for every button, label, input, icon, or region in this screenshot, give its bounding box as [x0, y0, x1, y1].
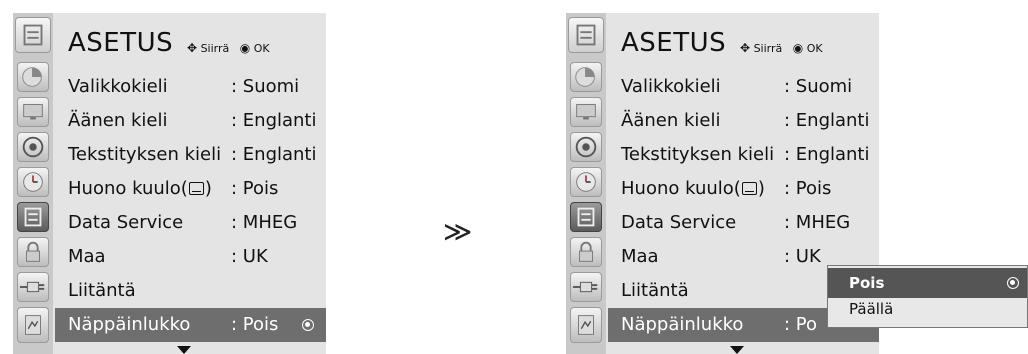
setup-menu-left: ASETUS ✥ Siirrä ◉ OK Valikkokieli : Suom… [13, 13, 326, 354]
menu-item-value: : MHEG [231, 212, 298, 233]
subtitle-icon [741, 182, 757, 195]
menu-item-label: Huono kuulo() [621, 172, 765, 206]
option-icon[interactable] [570, 202, 602, 232]
menu-title: ASETUS [621, 28, 727, 58]
picture-icon[interactable] [570, 62, 602, 92]
menu-item-value: : Englanti [784, 110, 870, 131]
ok-hint-label: OK [253, 42, 270, 55]
navigation-hint: ✥ Siirrä ◉ OK [740, 41, 823, 55]
menu-item-value: : Englanti [784, 144, 870, 165]
scroll-down-icon[interactable] [177, 346, 191, 354]
menu-item-value: : Pois [784, 178, 832, 199]
menu-item-value: : MHEG [784, 212, 851, 233]
menu-item-menu-language[interactable]: Valikkokieli : Suomi [608, 70, 879, 104]
menu-item-label: Data Service [621, 212, 737, 233]
selected-indicator-icon [1007, 277, 1019, 289]
menu-item-data-service[interactable]: Data Service : MHEG [608, 206, 879, 240]
menu-item-label: Liitäntä [621, 280, 689, 301]
option-label: Päällä [849, 300, 894, 318]
input-icon[interactable] [17, 272, 49, 302]
usb-icon[interactable] [570, 307, 602, 343]
menu-item-label: Maa [68, 246, 106, 267]
menu-item-audio-language[interactable]: Äänen kieli : Englanti [55, 104, 326, 138]
menu-item-audio-language[interactable]: Äänen kieli : Englanti [608, 104, 879, 138]
subtitle-icon [188, 182, 204, 195]
picture-icon[interactable] [17, 62, 49, 92]
menu-item-data-service[interactable]: Data Service : MHEG [55, 206, 326, 240]
menu-item-hard-of-hearing[interactable]: Huono kuulo() : Pois [55, 172, 326, 206]
setup-icon[interactable] [15, 17, 51, 53]
menu-item-country[interactable]: Maa : UK [55, 240, 326, 274]
menu-item-value: : Englanti [231, 110, 317, 131]
usb-icon[interactable] [17, 307, 49, 343]
menu-item-value: : Po [784, 314, 818, 335]
input-icon[interactable] [570, 272, 602, 302]
menu-item-label: Liitäntä [68, 280, 136, 301]
menu-item-menu-language[interactable]: Valikkokieli : Suomi [55, 70, 326, 104]
option-label: Pois [849, 274, 885, 292]
move-arrows-icon: ✥ [187, 41, 198, 55]
menu-item-label: Tekstityksen kieli [68, 144, 222, 165]
menu-title: ASETUS [68, 28, 174, 58]
menu-item-subtitle-language[interactable]: Tekstityksen kieli : Englanti [608, 138, 879, 172]
sidebar-icons [566, 13, 606, 354]
menu-item-value: : Pois [231, 178, 279, 199]
time-icon[interactable] [17, 167, 49, 197]
ok-hint-label: OK [806, 42, 823, 55]
menu-item-label-text: Huono kuulo( [621, 178, 741, 199]
setup-icon[interactable] [568, 17, 604, 53]
menu-item-label: Näppäinlukko [68, 314, 191, 335]
menu-item-value: : UK [231, 246, 268, 267]
menu-list: Valikkokieli : Suomi Äänen kieli : Engla… [55, 70, 326, 342]
audio-icon[interactable] [570, 132, 602, 162]
option-on[interactable]: Päällä [828, 297, 1027, 323]
ok-button-icon: ◉ [792, 41, 804, 55]
menu-item-label: Data Service [68, 212, 184, 233]
menu-item-label: Äänen kieli [621, 110, 721, 131]
audio-icon[interactable] [17, 132, 49, 162]
menu-item-label: Valikkokieli [621, 76, 721, 97]
navigation-hint: ✥ Siirrä ◉ OK [187, 41, 270, 55]
move-arrows-icon: ✥ [740, 41, 751, 55]
menu-item-label-suffix: ) [757, 178, 765, 199]
menu-item-value: : Suomi [231, 76, 300, 97]
menu-item-label: Äänen kieli [68, 110, 168, 131]
menu-item-label-suffix: ) [204, 178, 212, 199]
selected-indicator-icon [302, 319, 314, 331]
menu-item-input-label[interactable]: Liitäntä [55, 274, 326, 308]
menu-item-hard-of-hearing[interactable]: Huono kuulo() : Pois [608, 172, 879, 206]
menu-item-label: Näppäinlukko [621, 314, 744, 335]
lock-icon[interactable] [17, 237, 49, 267]
menu-item-label: Maa [621, 246, 659, 267]
option-off[interactable]: Pois [828, 268, 1027, 298]
option-icon[interactable] [17, 202, 49, 232]
key-lock-options-popup: Pois Päällä [827, 265, 1028, 328]
menu-item-value: : Englanti [231, 144, 317, 165]
menu-item-value: : UK [784, 246, 821, 267]
time-icon[interactable] [570, 167, 602, 197]
menu-item-key-lock[interactable]: Näppäinlukko : Pois [55, 308, 326, 342]
menu-item-value: : Pois [231, 314, 279, 335]
transition-arrow-icon: ≫ [443, 215, 473, 248]
monitor-icon[interactable] [17, 97, 49, 127]
ok-button-icon: ◉ [239, 41, 251, 55]
monitor-icon[interactable] [570, 97, 602, 127]
sidebar-icons [13, 13, 53, 354]
lock-icon[interactable] [570, 237, 602, 267]
menu-item-label-text: Huono kuulo( [68, 178, 188, 199]
scroll-down-icon[interactable] [730, 346, 744, 354]
menu-item-label: Valikkokieli [68, 76, 168, 97]
move-hint-label: Siirrä [200, 42, 230, 55]
menu-item-label: Tekstityksen kieli [621, 144, 775, 165]
menu-item-subtitle-language[interactable]: Tekstityksen kieli : Englanti [55, 138, 326, 172]
menu-item-value: : Suomi [784, 76, 853, 97]
menu-item-label: Huono kuulo() [68, 172, 212, 206]
move-hint-label: Siirrä [753, 42, 783, 55]
